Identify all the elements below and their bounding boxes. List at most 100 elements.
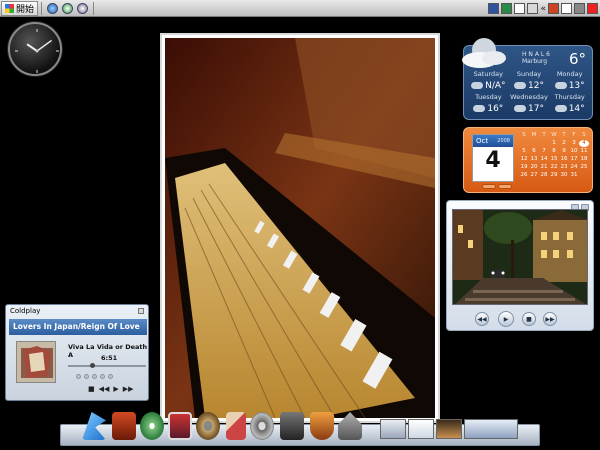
calendar-weekday: T: [542, 132, 546, 138]
player-time: 6:51: [101, 354, 118, 362]
show-desktop-icon[interactable]: [77, 2, 89, 14]
settings-icon[interactable]: [168, 412, 192, 440]
calendar-date[interactable]: 14: [539, 156, 549, 163]
piano-photo[interactable]: [165, 38, 435, 418]
player-seek-knob[interactable]: [89, 363, 95, 368]
calendar-weekday: F: [572, 132, 576, 138]
calendar-next-button[interactable]: [498, 184, 512, 189]
bowl-icon[interactable]: [310, 412, 334, 440]
ie-icon[interactable]: [47, 2, 59, 14]
calendar-date[interactable]: 19: [519, 164, 529, 171]
player-close-button[interactable]: [138, 308, 144, 314]
forecast-day: Tuesday: [475, 93, 502, 101]
window-thumb-3[interactable]: [436, 419, 462, 439]
calendar-date[interactable]: 15: [549, 156, 559, 163]
calendar-date[interactable]: 7: [539, 148, 549, 155]
calendar-month-grid: S M T W T F S 1 2 3 4 5 6 7 8 9 10 11 12 13 14 15 16 17 18 19 20 21…: [519, 132, 589, 179]
start-button[interactable]: 開始: [1, 0, 39, 16]
rating-dot[interactable]: [84, 374, 89, 379]
tray-green-icon[interactable]: [501, 3, 513, 14]
film-reel-icon[interactable]: [250, 412, 274, 440]
slideshow-gadget[interactable]: ◀◀ ▶ ■ ▶▶: [446, 200, 594, 331]
slideshow-stop-button[interactable]: ■: [522, 312, 536, 326]
calendar-date[interactable]: 1: [549, 140, 559, 147]
player-stop-button[interactable]: ■: [88, 385, 95, 393]
window-thumb-1[interactable]: [380, 419, 406, 439]
calendar-prev-button[interactable]: [482, 184, 496, 189]
rating-dot[interactable]: [100, 374, 105, 379]
calendar-date[interactable]: 25: [579, 164, 589, 171]
tray-app-icon[interactable]: [488, 3, 500, 14]
bottles-icon[interactable]: [112, 412, 136, 440]
calendar-date[interactable]: 3: [569, 140, 579, 147]
calendar-date[interactable]: 30: [559, 172, 569, 179]
calendar-date[interactable]: 22: [549, 164, 559, 171]
calendar-date[interactable]: 10: [569, 148, 579, 155]
tray-flag-icon[interactable]: [561, 3, 572, 14]
calendar-date[interactable]: 6: [529, 148, 539, 155]
calendar-date[interactable]: 5: [519, 148, 529, 155]
player-play-button[interactable]: ▶: [113, 385, 118, 393]
taskbar-separator: [41, 1, 43, 15]
calendar-weekday: S: [582, 132, 586, 138]
calendar-date[interactable]: 23: [559, 164, 569, 171]
slideshow-next-button[interactable]: ▶▶: [543, 312, 557, 326]
calendar-date[interactable]: 20: [529, 164, 539, 171]
calendar-weekday: S: [522, 132, 526, 138]
rain-icon: [554, 105, 567, 112]
calendar-date[interactable]: 8: [549, 148, 559, 155]
calendar-date[interactable]: 26: [519, 172, 529, 179]
music-disc-icon[interactable]: [140, 412, 164, 440]
window-thumb-4[interactable]: [464, 419, 518, 439]
calendar-date[interactable]: 18: [579, 156, 589, 163]
calendar-weekday: T: [562, 132, 566, 138]
calendar-date[interactable]: 29: [549, 172, 559, 179]
forecast-cell: 12°: [509, 78, 550, 93]
calendar-date[interactable]: 16: [559, 156, 569, 163]
player-prev-button[interactable]: ◀◀: [99, 385, 110, 393]
tray-doc-icon[interactable]: [514, 3, 526, 14]
rating-dot[interactable]: [92, 374, 97, 379]
calendar-date[interactable]: 28: [539, 172, 549, 179]
calendar-date: [539, 140, 549, 147]
cloud-icon: [514, 82, 527, 89]
calendar-date[interactable]: 13: [529, 156, 539, 163]
player-rating[interactable]: [76, 374, 113, 379]
clock-gadget[interactable]: [8, 22, 62, 76]
calendar-date[interactable]: 17: [569, 156, 579, 163]
clock-minute-hand: [36, 39, 52, 52]
clock-face-icon: [15, 29, 59, 73]
tray-window-icon[interactable]: [527, 3, 539, 14]
calendar-date[interactable]: 12: [519, 156, 529, 163]
forecast-temp: 16°: [487, 103, 504, 114]
weather-gadget[interactable]: H N A L 6 Marburg 6° Saturday Sunday Mon…: [462, 38, 593, 120]
paint-tool-icon[interactable]: [226, 412, 246, 440]
tray-shield-icon[interactable]: [548, 3, 559, 14]
tray-network-icon[interactable]: [574, 3, 585, 14]
calendar-date[interactable]: 2: [559, 140, 569, 147]
calendar-date[interactable]: 24: [569, 164, 579, 171]
player-next-button[interactable]: ▶▶: [123, 385, 134, 393]
calendar-weekday: W: [551, 132, 557, 138]
calendar-date[interactable]: 4: [579, 140, 589, 147]
player-seek-bar[interactable]: [68, 365, 146, 367]
calendar-date[interactable]: 11: [579, 148, 589, 155]
calendar-date[interactable]: 31: [569, 172, 579, 179]
media-player-gadget[interactable]: Coldplay Lovers In Japan/Reign Of Love V…: [5, 304, 149, 401]
rating-dot[interactable]: [108, 374, 113, 379]
calendar-date[interactable]: 21: [539, 164, 549, 171]
window-thumb-2[interactable]: [408, 419, 434, 439]
calendar-gadget[interactable]: Oct 2008 4 S M T W T F S 1 2 3 4 5 6 7 8 9 10 11 12 13 14 15 1…: [463, 127, 593, 193]
slideshow-play-button[interactable]: ▶: [498, 311, 514, 327]
slideshow-prev-button[interactable]: ◀◀: [475, 312, 489, 326]
cd-drive-icon[interactable]: [196, 412, 220, 440]
tray-close-icon[interactable]: [587, 3, 598, 14]
camera-icon[interactable]: [280, 412, 304, 440]
forecast-cell: 17°: [509, 101, 550, 116]
tray-expand-icon[interactable]: «: [540, 4, 546, 14]
rating-dot[interactable]: [76, 374, 81, 379]
calendar-date[interactable]: 27: [529, 172, 539, 179]
calendar-date[interactable]: 9: [559, 148, 569, 155]
messenger-icon[interactable]: [62, 2, 74, 14]
slideshow-photo[interactable]: [452, 209, 588, 305]
